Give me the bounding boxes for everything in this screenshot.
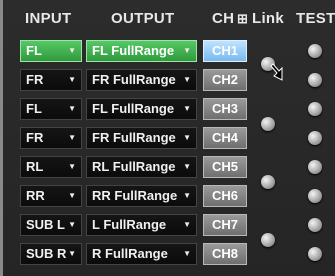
chevron-down-icon: ▼	[183, 46, 191, 55]
channel-button[interactable]: CH3	[203, 98, 247, 120]
test-button-ch5[interactable]	[308, 160, 322, 174]
link-toggle-ch5-ch6[interactable]	[261, 175, 275, 189]
channel-row: RL ▼ RL FullRange ▼ CH5	[3, 156, 335, 178]
output-select[interactable]: FL FullRange ▼	[86, 98, 197, 120]
test-button-ch8[interactable]	[308, 247, 322, 261]
input-select[interactable]: RR ▼	[20, 185, 82, 207]
output-select-value: L FullRange	[92, 217, 167, 232]
channel-row: FR ▼ FR FullRange ▼ CH4	[3, 127, 335, 149]
chevron-down-icon: ▼	[68, 191, 76, 200]
input-select[interactable]: SUB L ▼	[20, 214, 82, 236]
link-grid-icon: ⊞	[237, 11, 249, 26]
input-select-value: FR	[26, 72, 44, 87]
output-select-value: FL FullRange	[92, 101, 175, 116]
channel-row: SUB R ▼ R FullRange ▼ CH8	[3, 243, 335, 265]
channel-button[interactable]: CH1	[203, 40, 247, 62]
test-header: TEST	[296, 10, 335, 27]
chevron-down-icon: ▼	[68, 162, 76, 171]
mouse-pointer-icon	[270, 63, 283, 81]
chevron-down-icon: ▼	[68, 104, 76, 113]
output-select[interactable]: RR FullRange ▼	[86, 185, 197, 207]
channel-routing-panel: INPUT OUTPUT CH ⊞ Link TEST FL ▼ FL FullR…	[0, 0, 335, 276]
ch-header: CH	[212, 10, 235, 27]
output-select-value: FR FullRange	[92, 130, 176, 145]
input-select[interactable]: FL ▼	[20, 40, 82, 62]
test-button-ch6[interactable]	[308, 189, 322, 203]
channel-row: RR ▼ RR FullRange ▼ CH6	[3, 185, 335, 207]
chevron-down-icon: ▼	[183, 104, 191, 113]
input-select-value: RL	[26, 159, 44, 174]
channel-button[interactable]: CH6	[203, 185, 247, 207]
test-button-ch7[interactable]	[308, 218, 322, 232]
test-button-ch2[interactable]	[308, 73, 322, 87]
output-select-value: FL FullRange	[92, 43, 175, 58]
chevron-down-icon: ▼	[183, 220, 191, 229]
channel-button[interactable]: CH5	[203, 156, 247, 178]
channel-button[interactable]: CH8	[203, 243, 247, 265]
output-select-value: FR FullRange	[92, 72, 176, 87]
input-select-value: RR	[26, 188, 45, 203]
output-select[interactable]: FL FullRange ▼	[86, 40, 197, 62]
channel-row: FL ▼ FL FullRange ▼ CH1	[3, 40, 335, 62]
output-select[interactable]: R FullRange ▼	[86, 243, 197, 265]
chevron-down-icon: ▼	[183, 75, 191, 84]
input-select-value: SUB R	[26, 246, 67, 261]
channel-row: SUB L ▼ L FullRange ▼ CH7	[3, 214, 335, 236]
link-toggle-ch3-ch4[interactable]	[261, 117, 275, 131]
chevron-down-icon: ▼	[183, 162, 191, 171]
output-select[interactable]: L FullRange ▼	[86, 214, 197, 236]
input-select[interactable]: FL ▼	[20, 98, 82, 120]
output-select-value: RL FullRange	[92, 159, 176, 174]
chevron-down-icon: ▼	[68, 75, 76, 84]
channel-button[interactable]: CH2	[203, 69, 247, 91]
channel-row: FL ▼ FL FullRange ▼ CH3	[3, 98, 335, 120]
link-toggle-ch7-ch8[interactable]	[261, 233, 275, 247]
chevron-down-icon: ▼	[68, 46, 76, 55]
input-select[interactable]: FR ▼	[20, 69, 82, 91]
chevron-down-icon: ▼	[68, 133, 76, 142]
chevron-down-icon: ▼	[68, 249, 76, 258]
output-header: OUTPUT	[111, 10, 175, 27]
test-button-ch3[interactable]	[308, 102, 322, 116]
channel-button[interactable]: CH7	[203, 214, 247, 236]
input-select[interactable]: FR ▼	[20, 127, 82, 149]
chevron-down-icon: ▼	[183, 249, 191, 258]
link-header: Link	[252, 10, 285, 27]
input-select-value: FL	[26, 101, 42, 116]
output-select-value: RR FullRange	[92, 188, 178, 203]
output-select-value: R FullRange	[92, 246, 168, 261]
test-button-ch1[interactable]	[308, 44, 322, 58]
input-select[interactable]: RL ▼	[20, 156, 82, 178]
output-select[interactable]: RL FullRange ▼	[86, 156, 197, 178]
input-select-value: FR	[26, 130, 44, 145]
input-select-value: SUB L	[26, 217, 65, 232]
input-select-value: FL	[26, 43, 42, 58]
output-select[interactable]: FR FullRange ▼	[86, 69, 197, 91]
test-button-ch4[interactable]	[308, 131, 322, 145]
chevron-down-icon: ▼	[183, 191, 191, 200]
chevron-down-icon: ▼	[68, 220, 76, 229]
chevron-down-icon: ▼	[183, 133, 191, 142]
input-header: INPUT	[25, 10, 72, 27]
input-select[interactable]: SUB R ▼	[20, 243, 82, 265]
channel-row: FR ▼ FR FullRange ▼ CH2	[3, 69, 335, 91]
output-select[interactable]: FR FullRange ▼	[86, 127, 197, 149]
channel-button[interactable]: CH4	[203, 127, 247, 149]
